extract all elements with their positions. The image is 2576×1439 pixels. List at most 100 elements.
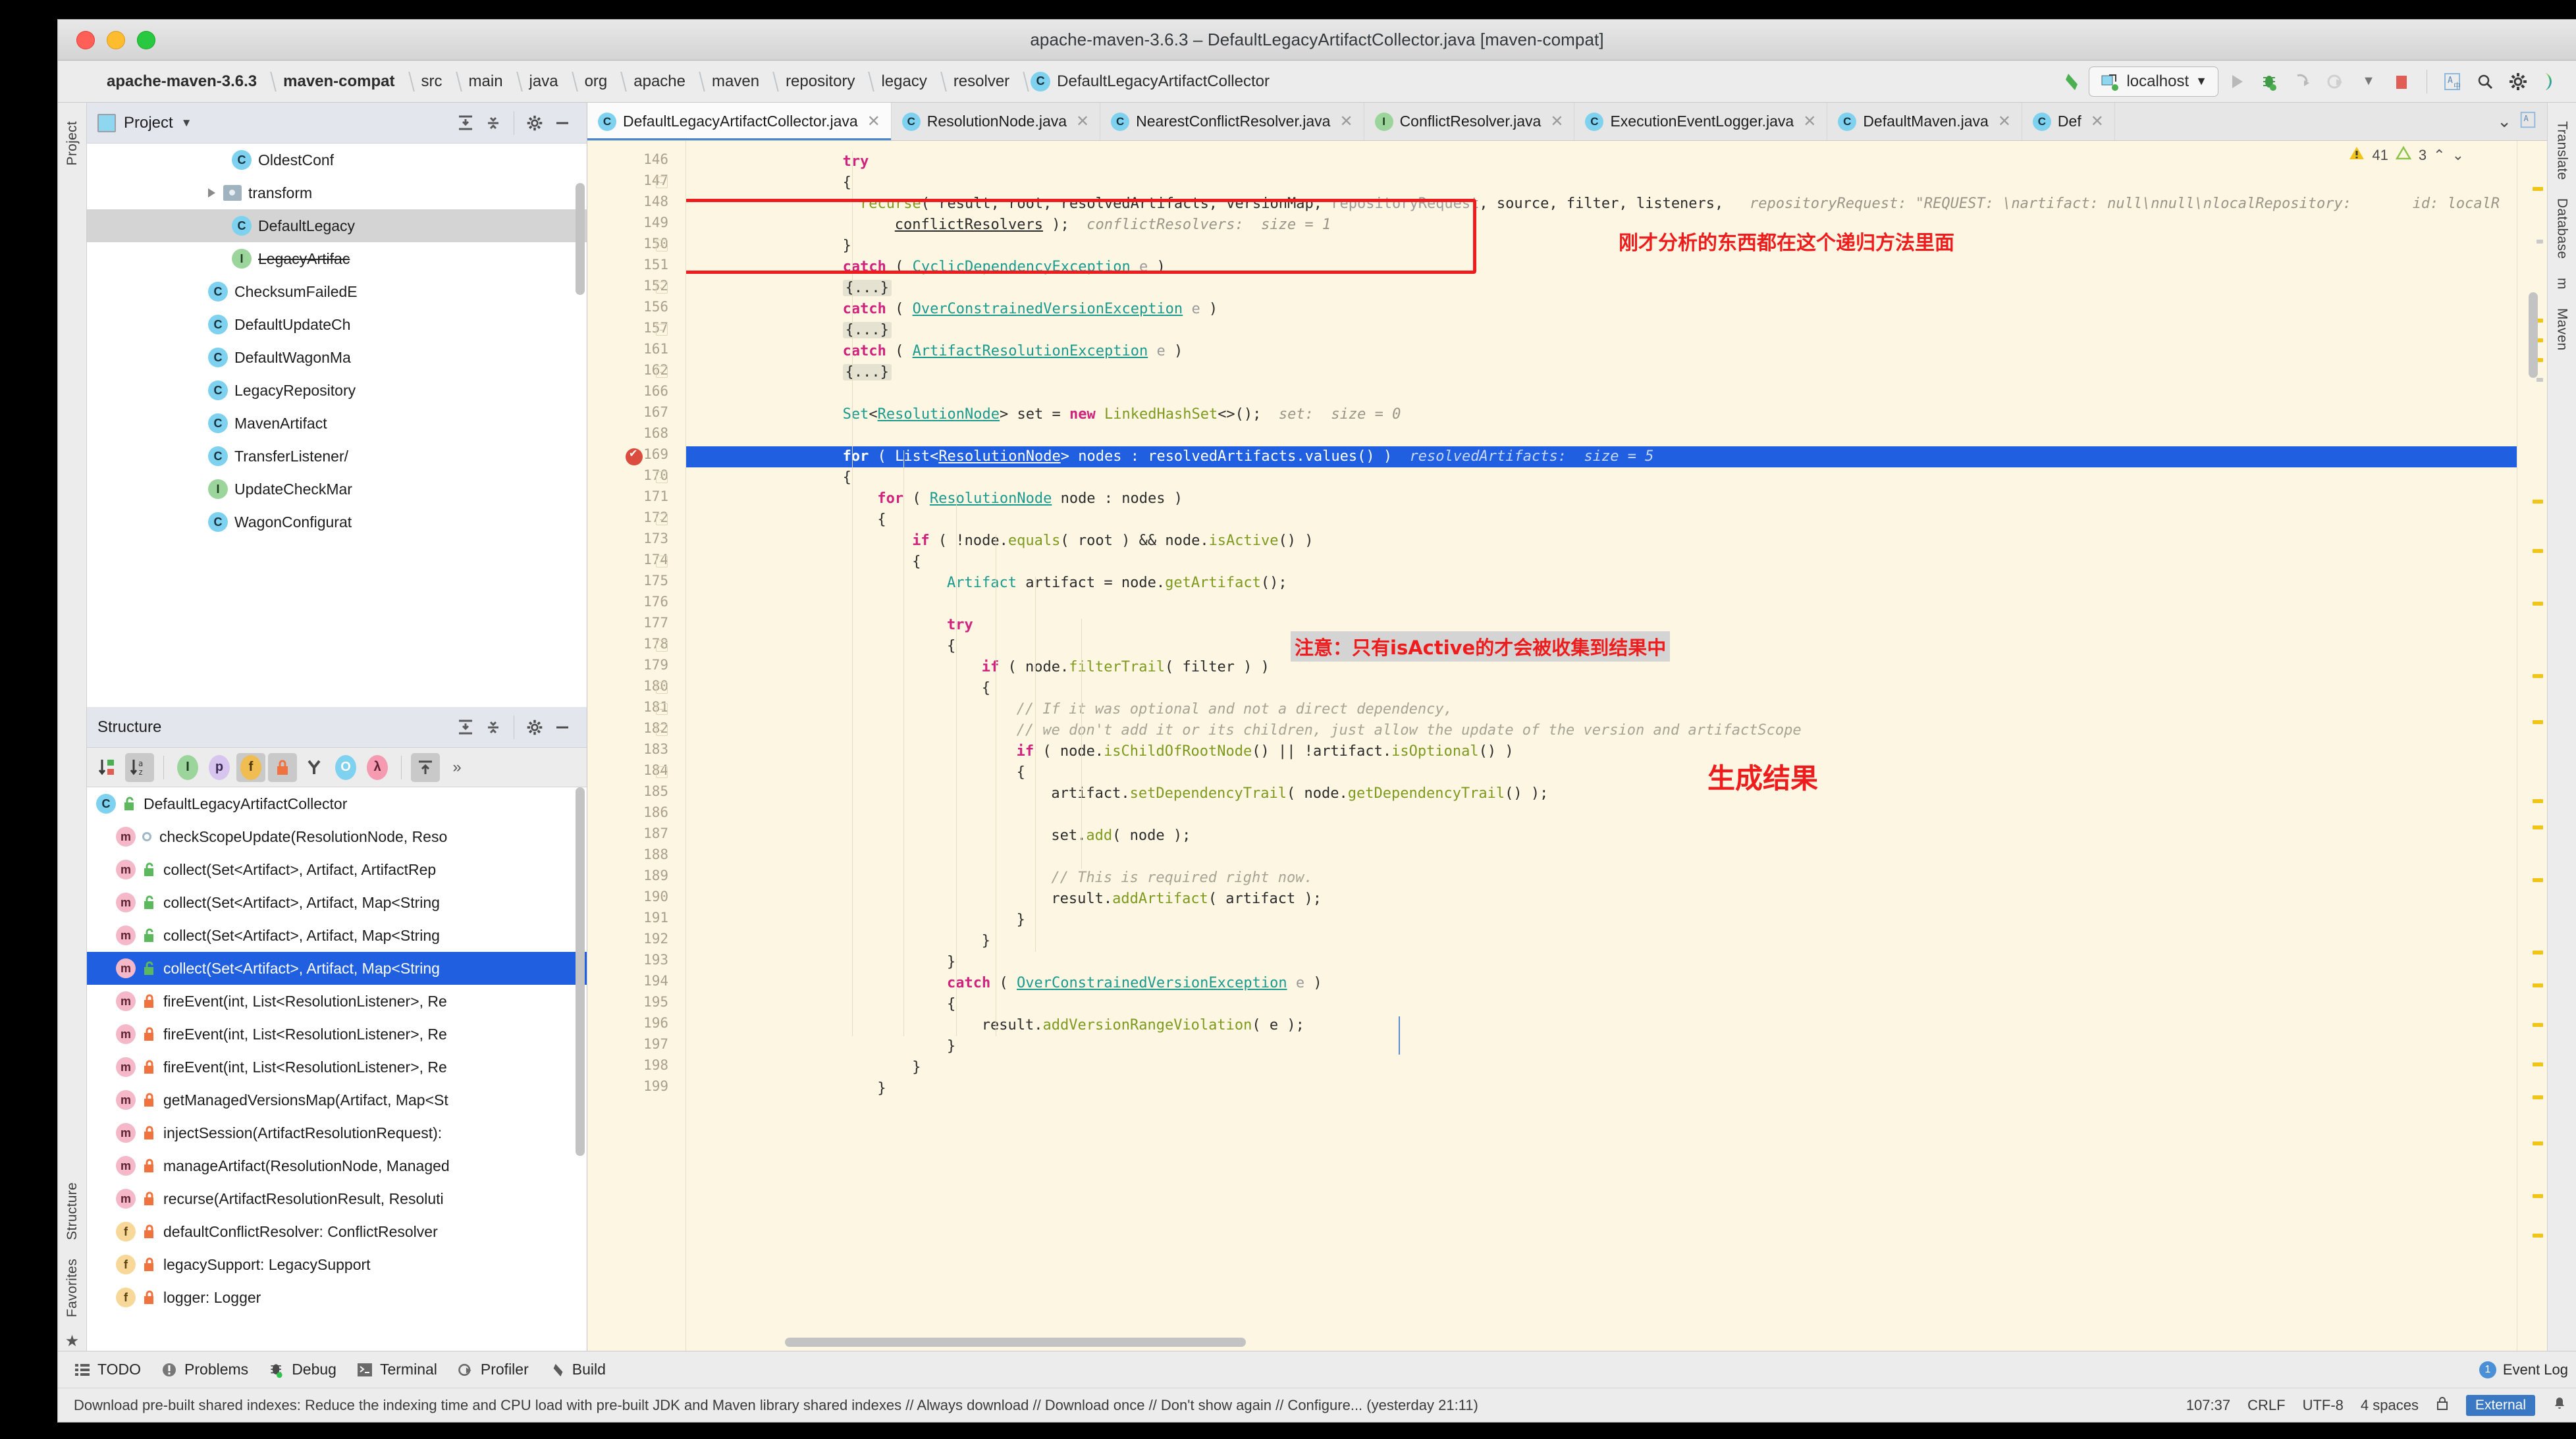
error-stripe-mark[interactable]	[2533, 1141, 2543, 1145]
debug-icon[interactable]	[2255, 67, 2284, 96]
rail-tab-structure[interactable]: Structure	[63, 1173, 82, 1249]
editor-viewport[interactable]: 146 147−148 149 150−151 152−156 157−161 162−16…	[587, 141, 2547, 1351]
bottom-tab-terminal[interactable]: Terminal	[356, 1361, 437, 1378]
project-tree-item[interactable]: I UpdateCheckMar	[87, 473, 587, 506]
editor-tab[interactable]: I ConflictResolver.java ✕	[1364, 103, 1575, 140]
external-indicator[interactable]: External	[2465, 1394, 2535, 1416]
translate-icon[interactable]: A	[2518, 110, 2538, 133]
more-icon[interactable]: »	[443, 753, 471, 782]
error-stripe-mark[interactable]	[2533, 1095, 2543, 1099]
error-stripe-mark[interactable]	[2533, 549, 2543, 553]
structure-tree-item[interactable]: m getManagedVersionsMap(Artifact, Map<St	[87, 1084, 587, 1116]
error-stripe-mark[interactable]	[2533, 720, 2543, 724]
rail-tab-maven[interactable]: Maven	[2553, 299, 2571, 360]
gear-icon[interactable]	[521, 109, 549, 137]
translate-icon[interactable]: A中	[2438, 67, 2467, 96]
group-by-icon[interactable]	[300, 753, 329, 782]
sort-alphabetically-icon[interactable]: az	[125, 752, 154, 782]
code-line[interactable]: // we don't add it or its children, just…	[1017, 720, 1802, 741]
chevron-down-icon[interactable]: ▼	[2195, 74, 2207, 88]
search-icon[interactable]	[2471, 67, 2500, 96]
code-line[interactable]: // This is required right now.	[1051, 868, 1312, 889]
collapse-all-icon[interactable]	[479, 714, 507, 741]
show-properties-icon[interactable]: p	[205, 753, 234, 782]
bottom-tab-build[interactable]: Build	[549, 1361, 606, 1378]
editor-vertical-scrollbar[interactable]	[2529, 292, 2538, 378]
code-line[interactable]: {	[947, 636, 955, 657]
expand-all-icon[interactable]	[411, 752, 440, 782]
fold-marker-icon[interactable]: −	[656, 703, 668, 715]
breadcrumb-item-maven[interactable]: maven	[703, 73, 768, 90]
code-line[interactable]: result.addVersionRangeViolation( e );	[982, 1015, 1304, 1036]
code-line[interactable]: if ( node.filterTrail( filter ) )	[982, 657, 1270, 678]
code-line[interactable]: for ( ResolutionNode node : nodes )	[877, 488, 1183, 510]
profile-icon[interactable]	[2536, 67, 2565, 96]
breadcrumb-item-apache[interactable]: apache	[624, 73, 695, 90]
editor-horizontal-scrollbar[interactable]	[785, 1338, 1246, 1347]
fold-marker-icon[interactable]: −	[656, 282, 668, 294]
code-line[interactable]: Set<ResolutionNode> set = new LinkedHash…	[843, 404, 1401, 425]
code-line[interactable]: {	[912, 552, 921, 573]
error-stripe-mark[interactable]	[2533, 878, 2543, 882]
code-line[interactable]: for ( List<ResolutionNode> nodes : resol…	[843, 446, 1654, 467]
editor-tab[interactable]: C DefaultLegacyArtifactCollector.java ✕	[587, 103, 892, 140]
close-icon[interactable]: ✕	[867, 112, 880, 131]
indent-setting[interactable]: 4 spaces	[2361, 1397, 2419, 1414]
code-line[interactable]: artifact.setDependencyTrail( node.getDep…	[1051, 783, 1548, 804]
error-stripe-mark[interactable]	[2533, 1062, 2543, 1066]
structure-tree-scrollbar[interactable]	[576, 787, 585, 1156]
expand-all-icon[interactable]	[452, 714, 479, 741]
code-line[interactable]: recurse( result, root, resolvedArtifacts…	[860, 194, 2500, 215]
close-icon[interactable]: ✕	[1550, 112, 1563, 131]
fold-marker-icon[interactable]: −	[656, 324, 668, 336]
rail-tab-database[interactable]: Database	[2553, 189, 2571, 268]
bottom-tab-todo[interactable]: TODO	[74, 1361, 141, 1378]
breadcrumb-item-module[interactable]: maven-compat	[274, 73, 404, 90]
code-line[interactable]: set.add( node );	[1051, 825, 1191, 847]
chevron-up-icon[interactable]: ⌃	[2433, 147, 2445, 164]
chevron-down-icon[interactable]: ⌄	[2452, 147, 2464, 164]
error-stripe-mark[interactable]	[2533, 674, 2543, 678]
structure-tree-item[interactable]: m collect(Set<Artifact>, Artifact, Map<St…	[87, 886, 587, 919]
structure-tree-item[interactable]: f defaultConflictResolver: ConflictResolv…	[87, 1215, 587, 1248]
error-stripe-mark[interactable]	[2536, 378, 2543, 382]
fold-marker-icon[interactable]: −	[656, 556, 668, 567]
project-tree-item[interactable]: transform	[87, 176, 587, 209]
editor-tab[interactable]: C ResolutionNode.java ✕	[892, 103, 1101, 140]
project-tree-item[interactable]: C DefaultWagonMa	[87, 341, 587, 374]
gear-icon[interactable]	[521, 714, 549, 741]
error-stripe-mark[interactable]	[2533, 1194, 2543, 1198]
notifications-icon[interactable]	[2552, 1396, 2567, 1415]
code-line[interactable]: {...}	[842, 362, 892, 383]
breadcrumb-item-src[interactable]: src	[412, 73, 452, 90]
hide-panel-icon[interactable]	[549, 714, 576, 741]
breadcrumb-item-org[interactable]: org	[576, 73, 617, 90]
structure-tree-item[interactable]: C DefaultLegacyArtifactCollector	[87, 787, 587, 820]
rail-tab-favorites[interactable]: Favorites	[63, 1249, 82, 1326]
breadcrumb-item-project[interactable]: apache-maven-3.6.3	[97, 73, 266, 90]
code-line[interactable]: {	[982, 678, 990, 699]
bottom-tab-profiler[interactable]: Profiler	[457, 1361, 529, 1378]
code-line[interactable]: if ( node.isChildOfRootNode() || !artifa…	[1017, 741, 1514, 762]
fold-marker-icon[interactable]: −	[656, 640, 668, 652]
code-line[interactable]: {	[947, 994, 955, 1015]
editor-tab[interactable]: C Def ✕	[2022, 103, 2115, 140]
code-line[interactable]: }	[843, 236, 851, 257]
error-stripe-mark[interactable]	[2533, 983, 2543, 987]
error-stripe[interactable]	[2517, 141, 2547, 1351]
show-lambdas-icon[interactable]: λ	[363, 753, 392, 782]
project-tree-item[interactable]: C LegacyRepository	[87, 374, 587, 407]
structure-tree-item[interactable]: m collect(Set<Artifact>, Artifact, Map<St…	[87, 952, 587, 985]
structure-tree[interactable]: C DefaultLegacyArtifactCollector m checkSco…	[87, 787, 587, 1351]
collapse-all-icon[interactable]	[479, 109, 507, 137]
back-arrow-icon[interactable]	[2056, 67, 2085, 96]
caret-position[interactable]: 107:37	[2186, 1397, 2230, 1414]
project-tree-item[interactable]: C DefaultUpdateCh	[87, 308, 587, 341]
breadcrumb-item-repository[interactable]: repository	[776, 73, 864, 90]
code-line[interactable]: }	[912, 1057, 921, 1078]
fold-marker-icon[interactable]: −	[656, 513, 668, 525]
breadcrumb-item-java[interactable]: java	[520, 73, 568, 90]
code-line[interactable]: try	[947, 615, 973, 636]
file-encoding[interactable]: UTF-8	[2303, 1397, 2344, 1414]
fold-marker-icon[interactable]: −	[656, 724, 668, 736]
